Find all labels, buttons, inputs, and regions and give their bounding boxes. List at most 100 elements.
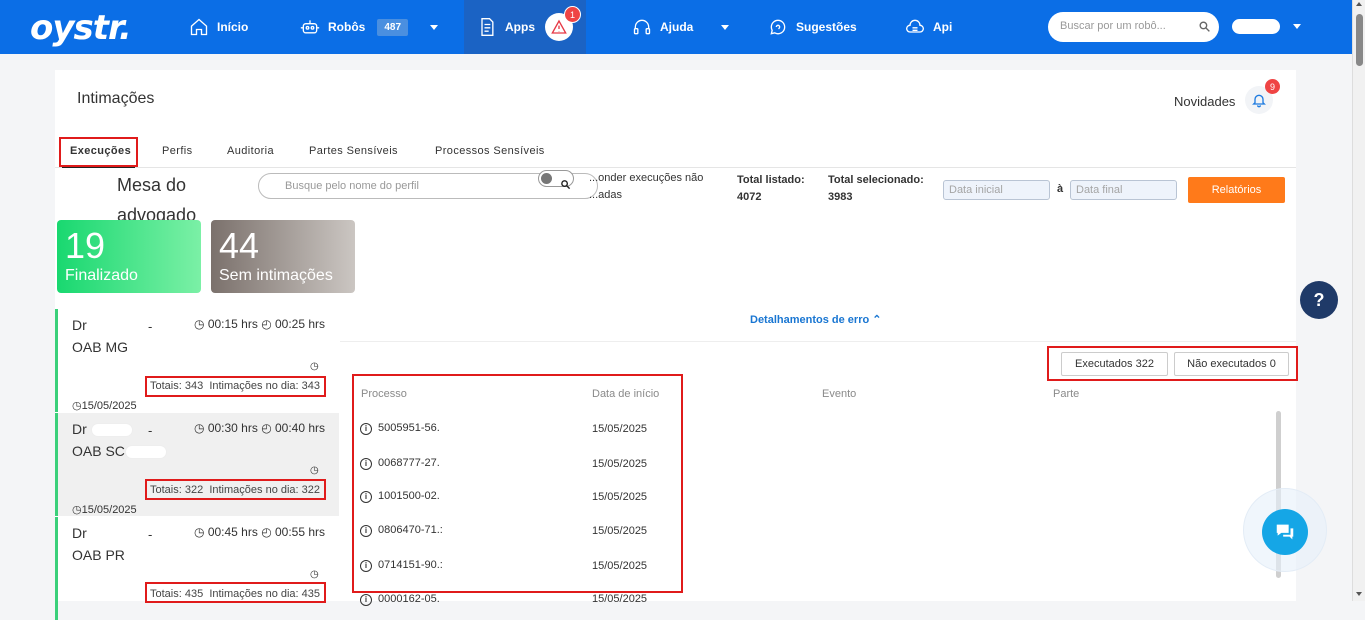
processo-number: 0000162-05.: [378, 593, 440, 605]
processo-cell[interactable]: i 0806470-71.:: [360, 524, 443, 537]
chevron-down-icon[interactable]: [1293, 24, 1301, 29]
chevron-up-icon: ⌃: [872, 314, 882, 326]
lightbulb-chat-icon: [770, 19, 786, 35]
search-icon[interactable]: [1198, 20, 1211, 33]
stat-finalizado[interactable]: 19 Finalizado: [57, 220, 201, 293]
nao-executados-button[interactable]: Não executados 0: [1174, 352, 1289, 376]
data-cell: 15/05/2025: [592, 458, 648, 470]
page-title: Intimações: [77, 90, 155, 107]
totals-line: Totais: 343 Intimações no dia: 343: [150, 380, 320, 392]
total-listado-label: Total listado:: [737, 174, 805, 186]
nav-api[interactable]: Api: [905, 0, 952, 54]
intimacoes-dia-value: Intimações no dia: 343: [209, 380, 321, 392]
execution-times: ◷ 00:30 hrs ◴ 00:40 hrs: [194, 421, 326, 435]
help-button[interactable]: ?: [1300, 281, 1338, 319]
info-icon[interactable]: i: [360, 525, 372, 537]
page-scrollbar[interactable]: [1352, 0, 1365, 601]
executados-button[interactable]: Executados 322: [1061, 352, 1168, 376]
nav-apps[interactable]: Apps: [477, 0, 535, 54]
info-icon[interactable]: i: [360, 423, 372, 435]
alert-count-badge: 1: [564, 6, 581, 23]
start-time: 00:30 hrs: [207, 421, 258, 435]
processo-cell[interactable]: i 5005951-56.: [360, 422, 440, 435]
detalhamentos-erro-toggle[interactable]: Detalhamentos de erro ⌃: [750, 313, 881, 326]
oystr-logo[interactable]: oystr.: [30, 8, 132, 48]
info-icon[interactable]: i: [360, 458, 372, 470]
execution-times: ◷ 00:45 hrs ◴ 00:55 hrs: [194, 525, 326, 539]
data-inicial-field[interactable]: Data inicial: [943, 180, 1050, 200]
novidades-label[interactable]: Novidades: [1174, 94, 1235, 109]
redacted-mask: [90, 423, 133, 438]
date-value: 15/05/2025: [81, 400, 137, 412]
robos-count-badge: 487: [377, 18, 409, 36]
api-cloud-icon: [906, 19, 924, 33]
scroll-down-arrow-icon[interactable]: [1356, 592, 1362, 596]
warning-icon: [551, 19, 567, 34]
perfil-placeholder: Busque pelo nome do perfil: [285, 180, 419, 192]
column-header-parte[interactable]: Parte: [1053, 388, 1079, 400]
nav-robos-label: Robôs: [328, 20, 366, 34]
date-value: 15/05/2025: [81, 504, 137, 516]
info-icon[interactable]: i: [360, 491, 372, 503]
question-icon: ?: [1313, 289, 1325, 310]
execution-date: ◷15/05/2025: [72, 400, 137, 412]
tab-execucoes[interactable]: Execuções: [70, 145, 131, 157]
nav-inicio[interactable]: Início: [189, 0, 248, 54]
document-icon: [481, 18, 494, 36]
search-placeholder: Buscar por um robô...: [1060, 20, 1166, 32]
headset-icon: [633, 19, 651, 35]
nav-ajuda[interactable]: Ajuda: [632, 0, 730, 54]
start-time: 00:45 hrs: [207, 525, 258, 539]
tab-perfis[interactable]: Perfis: [162, 145, 193, 157]
tab-partes-sensiveis[interactable]: Partes Sensíveis: [309, 145, 398, 157]
active-tab-indicator: [62, 166, 135, 168]
user-avatar[interactable]: [1232, 19, 1280, 34]
name-separator: -: [148, 423, 153, 438]
processo-cell[interactable]: i 0714151-90.:: [360, 559, 443, 572]
column-header-evento[interactable]: Evento: [822, 388, 856, 400]
start-time: 00:15 hrs: [207, 317, 258, 331]
end-time: 00:40 hrs: [275, 421, 326, 435]
data-final-field[interactable]: Data final: [1070, 180, 1177, 200]
relatorios-button[interactable]: Relatórios: [1188, 177, 1285, 203]
date-separator: à: [1057, 183, 1064, 195]
tab-processos-sensiveis[interactable]: Processos Sensíveis: [435, 145, 545, 157]
clock-icon: ◷: [310, 465, 319, 476]
info-icon[interactable]: i: [360, 594, 372, 606]
processo-number: 5005951-56.: [378, 422, 440, 434]
column-header-data-inicio[interactable]: Data de início: [592, 388, 659, 400]
lawyer-name: Dr: [72, 421, 133, 438]
chevron-down-icon[interactable]: [430, 24, 439, 30]
stat-sem-intimacoes[interactable]: 44 Sem intimações: [211, 220, 355, 293]
lawyer-list-item[interactable]: Dr - OAB SC ◷ 00:30 hrs ◴ 00:40 hrs ◷ To…: [55, 413, 339, 516]
tab-auditoria[interactable]: Auditoria: [227, 145, 274, 157]
robot-icon: [300, 20, 320, 34]
nav-sugestoes-label: Sugestões: [796, 20, 857, 34]
chat-button[interactable]: [1262, 509, 1308, 555]
nav-sugestoes[interactable]: Sugestões: [768, 0, 857, 54]
redacted-mask: [124, 445, 167, 460]
processo-cell[interactable]: i 0068777-27.: [360, 457, 440, 470]
info-icon[interactable]: i: [360, 560, 372, 572]
column-header-processo[interactable]: Processo: [361, 388, 407, 400]
nav-apps-label: Apps: [505, 20, 535, 34]
lawyer-list-item[interactable]: Dr - OAB MG ◷ 00:15 hrs ◴ 00:25 hrs ◷ To…: [55, 309, 339, 412]
lawyer-list-item[interactable]: Dr - OAB PR ◷ 00:45 hrs ◴ 00:55 hrs ◷ To…: [55, 517, 339, 620]
chevron-down-icon[interactable]: [721, 24, 730, 30]
execution-times: ◷ 00:15 hrs ◴ 00:25 hrs: [194, 317, 326, 331]
processo-cell[interactable]: i 0000162-05.: [360, 593, 440, 606]
top-navbar: oystr. Início Robôs 487 Apps 1 Ajuda Sug…: [0, 0, 1352, 54]
data-cell: 15/05/2025: [592, 560, 648, 572]
nav-robos[interactable]: Robôs 487: [300, 0, 439, 54]
scroll-up-arrow-icon[interactable]: [1356, 2, 1362, 6]
totais-value: Totais: 322: [150, 484, 204, 496]
processo-number: 0068777-27.: [378, 457, 440, 469]
intimacoes-dia-value: Intimações no dia: 435: [209, 588, 321, 600]
processo-cell[interactable]: i 1001500-02.: [360, 490, 440, 503]
end-time: 00:55 hrs: [275, 525, 326, 539]
stat-number: 44: [219, 225, 260, 266]
scrollbar-thumb[interactable]: [1356, 14, 1363, 66]
lawyer-oab-text: OAB SC: [72, 443, 125, 459]
robot-search-input[interactable]: Buscar por um robô...: [1048, 12, 1219, 42]
name-separator: -: [148, 527, 153, 542]
